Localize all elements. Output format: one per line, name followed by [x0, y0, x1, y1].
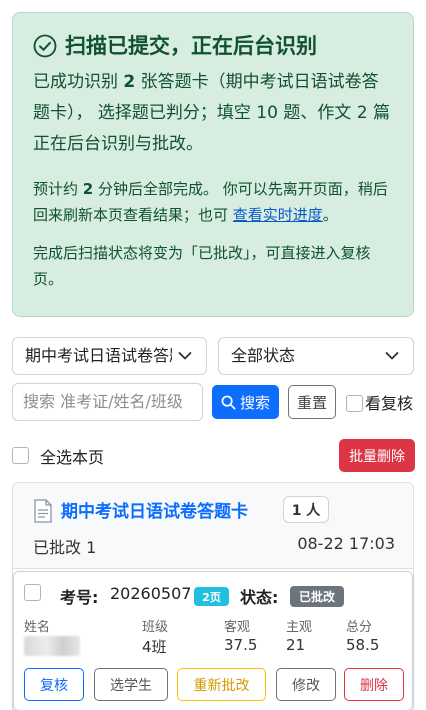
record-checkbox[interactable]: [24, 584, 41, 601]
status-select[interactable]: 全部状态: [218, 337, 414, 375]
objective-score: 37.5: [224, 636, 258, 654]
review-button[interactable]: 复核: [24, 668, 84, 701]
search-input[interactable]: 搜索 准考证/姓名/班级: [12, 383, 203, 421]
subjective-header: 主观: [286, 620, 313, 635]
review-checkbox-label[interactable]: 看复核: [365, 390, 413, 414]
delete-button[interactable]: 删除: [344, 668, 404, 701]
alert-main-text: 已成功识别 2 张答题卡（期中考试日语试卷答题卡）， 选择题已判分；填空 10 …: [33, 72, 390, 154]
objective-header: 客观: [224, 620, 251, 635]
status-select-value: 全部状态: [231, 346, 296, 365]
exam-select-value: 期中考试日语试卷答题卡: [25, 346, 172, 365]
exam-number: 20260507: [110, 584, 192, 603]
document-icon: [34, 499, 52, 523]
recognized-count: 2: [123, 72, 136, 92]
exam-group-header: 期中考试日语试卷答题卡 1 人 已批改 1 08-22 17:03: [13, 483, 413, 569]
chevron-down-icon: [178, 352, 192, 360]
search-icon: [221, 395, 236, 409]
alert-title-row: 扫描已提交，正在后台识别: [33, 31, 393, 61]
class-header: 班级: [142, 620, 169, 635]
status-badge: 已批改: [290, 586, 344, 607]
reset-button[interactable]: 重置: [288, 385, 336, 419]
select-all-label[interactable]: 全选本页: [40, 444, 104, 468]
alert-note: 完成后扫描状态将变为「已批改」，可直接进入复核页。: [33, 244, 371, 288]
view-progress-link[interactable]: 查看实时进度: [233, 206, 323, 224]
group-timestamp: 08-22 17:03: [297, 534, 395, 553]
student-record-card: 考号: 20260507 2页 状态: 已批改 姓名 班级 客观 主观 总分 4…: [13, 571, 413, 710]
student-name-redacted: [24, 636, 80, 656]
scan-submitted-alert: 扫描已提交，正在后台识别 已成功识别 2 张答题卡（期中考试日语试卷答题卡）， …: [12, 12, 414, 317]
chevron-down-icon: [385, 352, 399, 360]
check-circle-icon: [33, 34, 57, 58]
search-button[interactable]: 搜索: [212, 385, 279, 419]
bulk-delete-button[interactable]: 批量删除: [339, 439, 415, 472]
search-button-label: 搜索: [239, 393, 270, 412]
exam-number-label: 考号:: [60, 588, 99, 607]
edit-button[interactable]: 修改: [276, 668, 336, 701]
select-all-checkbox[interactable]: [12, 447, 29, 464]
name-header: 姓名: [24, 620, 51, 635]
select-student-button[interactable]: 选学生: [94, 668, 168, 701]
alert-title: 扫描已提交，正在后台识别: [65, 34, 317, 58]
alert-eta-text: 预计约 2 分钟后全部完成。 你可以先离开页面，稍后回来刷新本页查看结果；也可 …: [33, 180, 388, 224]
class-value: 4班: [142, 638, 167, 656]
total-score: 58.5: [346, 636, 380, 654]
exam-select[interactable]: 期中考试日语试卷答题卡: [12, 337, 207, 375]
group-status-text: 已批改 1: [33, 538, 97, 557]
exam-group-card: 期中考试日语试卷答题卡 1 人 已批改 1 08-22 17:03 考号: 20…: [12, 482, 414, 710]
subjective-score: 21: [286, 636, 306, 654]
student-count-badge: 1 人: [283, 496, 329, 523]
pages-badge: 2页: [194, 587, 229, 606]
total-header: 总分: [346, 620, 373, 635]
review-checkbox[interactable]: [346, 395, 363, 412]
eta-minutes: 2: [82, 180, 94, 198]
exam-group-title[interactable]: 期中考试日语试卷答题卡: [61, 497, 248, 522]
status-label: 状态:: [240, 588, 279, 607]
regrade-button[interactable]: 重新批改: [177, 668, 266, 701]
